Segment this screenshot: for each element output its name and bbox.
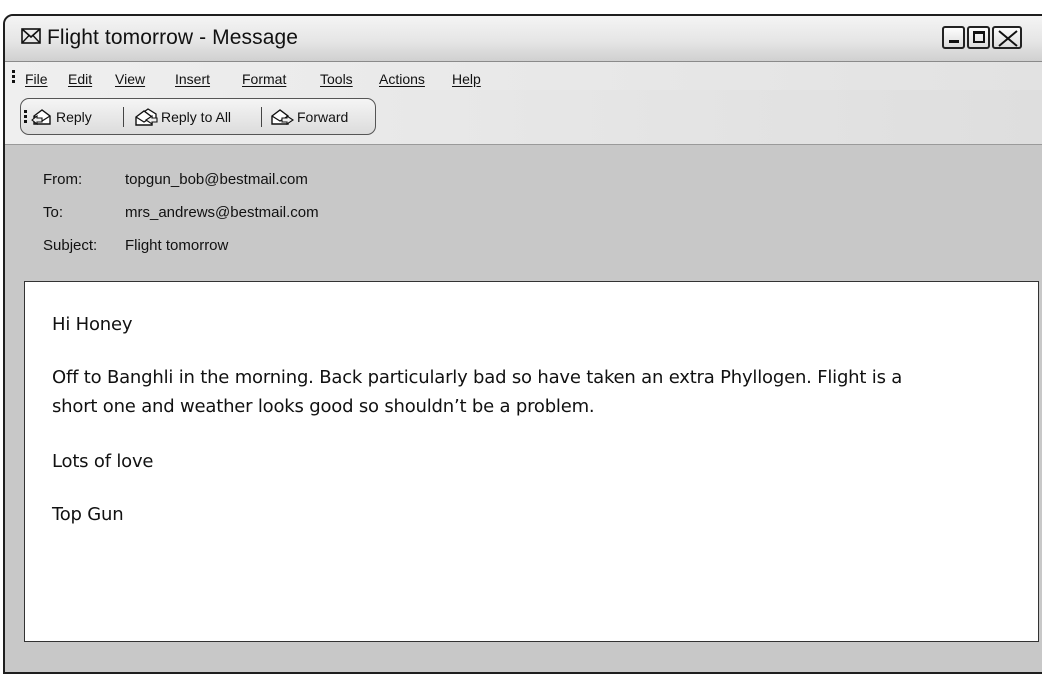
reply-label: Reply [56, 109, 92, 125]
menu-edit[interactable]: Edit [68, 71, 92, 87]
reply-button[interactable]: Reply [31, 106, 92, 128]
title-bar[interactable]: Flight tomorrow - Message [5, 16, 1042, 62]
menu-help[interactable]: Help [452, 71, 481, 87]
menu-actions[interactable]: Actions [379, 71, 425, 87]
toolbar: Reply Reply to All Forward [20, 98, 376, 135]
body-line: short one and weather looks good so shou… [52, 396, 595, 417]
minimize-icon [949, 40, 959, 43]
body-signature: Top Gun [52, 504, 124, 525]
envelope-icon [21, 28, 41, 49]
reply-all-icon [135, 108, 158, 126]
subject-value: Flight tomorrow [125, 237, 229, 254]
message-headers: From: topgun_bob@bestmail.com To: mrs_an… [5, 145, 1042, 279]
forward-button[interactable]: Forward [270, 106, 348, 128]
from-label: From: [43, 171, 83, 188]
reply-icon [31, 109, 51, 126]
body-greeting: Hi Honey [52, 314, 133, 335]
forward-label: Forward [297, 109, 349, 125]
message-body[interactable]: Hi Honey Off to Banghli in the morning. … [24, 281, 1039, 642]
menu-insert[interactable]: Insert [175, 71, 210, 87]
close-icon [998, 30, 1018, 47]
menu-view[interactable]: View [115, 71, 145, 87]
forward-icon [271, 109, 294, 126]
reply-all-button[interactable]: Reply to All [132, 106, 231, 128]
menu-file[interactable]: File [25, 71, 48, 87]
close-button[interactable] [992, 26, 1022, 49]
menu-tools[interactable]: Tools [320, 71, 353, 87]
menu-grip[interactable] [12, 70, 15, 85]
toolbar-grip[interactable] [24, 110, 27, 125]
to-value: mrs_andrews@bestmail.com [125, 204, 319, 221]
minimize-button[interactable] [942, 26, 965, 49]
maximize-icon [973, 31, 985, 43]
body-closing: Lots of love [52, 451, 154, 472]
from-value: topgun_bob@bestmail.com [125, 171, 308, 188]
toolbar-separator [123, 107, 124, 127]
toolbar-separator [261, 107, 262, 127]
subject-label: Subject: [43, 237, 98, 254]
message-window: Flight tomorrow - Message File Edit View… [3, 14, 1042, 674]
menu-bar: File Edit View Insert Format Tools Actio… [5, 62, 1042, 90]
maximize-button[interactable] [967, 26, 990, 49]
toolbar-area: Reply Reply to All Forward [5, 90, 1042, 145]
body-line: Off to Banghli in the morning. Back part… [52, 367, 903, 388]
window-title: Flight tomorrow - Message [47, 26, 299, 49]
menu-format[interactable]: Format [242, 71, 286, 87]
reply-all-label: Reply to All [161, 109, 232, 125]
to-label: To: [43, 204, 64, 221]
